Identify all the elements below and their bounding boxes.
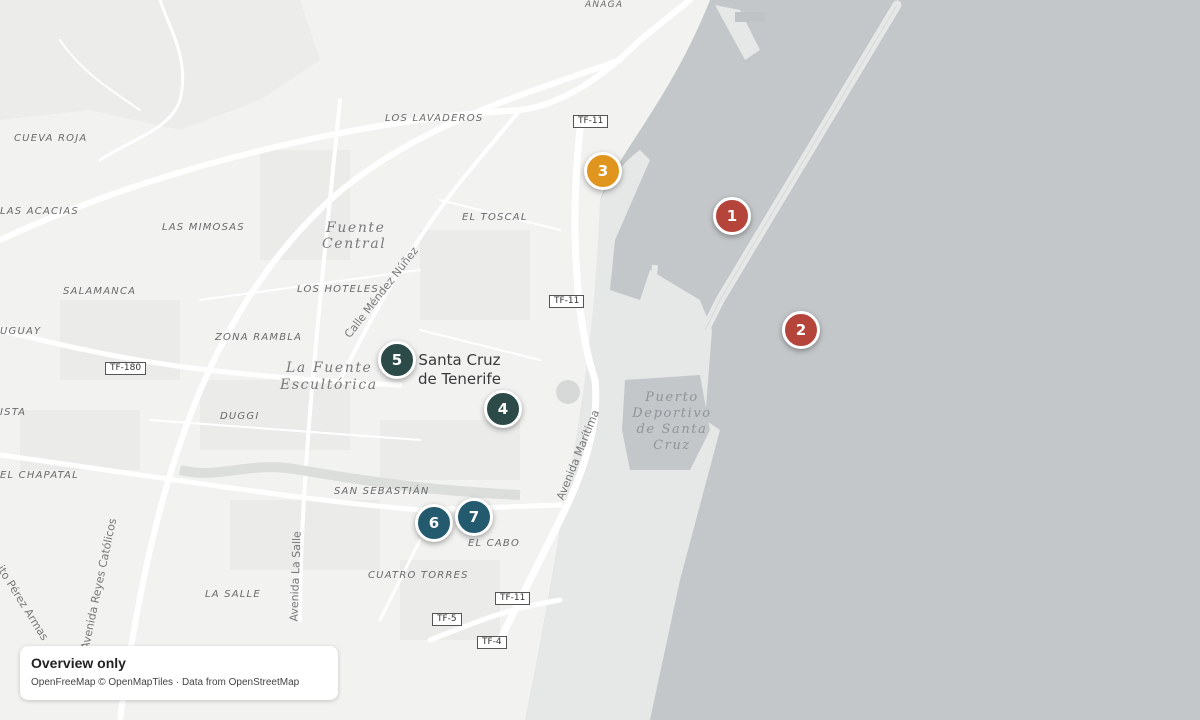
place-label: EL TOSCAL [462, 212, 528, 223]
place-label: LOS HOTELES [297, 284, 379, 295]
marker-label: 7 [468, 508, 480, 526]
place-label: ZONA RAMBLA [215, 332, 303, 343]
road-shield: TF-11 [573, 115, 609, 128]
place-label: SAN SEBASTIÁN [334, 486, 430, 497]
harbor-label-line: Deportivo [632, 406, 712, 421]
map-marker-5[interactable]: 5 [378, 341, 416, 379]
marker-label: 1 [726, 207, 738, 225]
place-label: EL CABO [468, 538, 521, 549]
fuente-central-line1: Fuente [326, 220, 386, 236]
city-label-line1: Santa Cruz [418, 351, 501, 369]
place-label: LAS MIMOSAS [162, 222, 245, 233]
map-canvas[interactable]: LOS LAVADEROS CUEVA ROJA LAS ACACIAS LAS… [0, 0, 1200, 720]
plaza-circle [556, 380, 580, 404]
place-label: CUATRO TORRES [368, 570, 469, 581]
road-shield: TF-4 [477, 636, 507, 649]
map-info-panel: Overview only OpenFreeMap © OpenMapTiles… [20, 646, 338, 700]
fuente-escultorica-line2: Escultórica [280, 377, 378, 393]
harbor-label-line: de Santa [636, 422, 708, 437]
panel-title: Overview only [31, 655, 126, 671]
fuente-escultorica-line1: La Fuente [286, 360, 373, 376]
map-attribution: OpenFreeMap © OpenMapTiles · Data from O… [31, 677, 300, 688]
road-shield: TF-11 [549, 295, 585, 308]
place-label: LOS LAVADEROS [385, 113, 484, 124]
harbor-label-line: Cruz [653, 438, 691, 453]
harbor-label: Puerto Deportivo de Santa Cruz [628, 390, 716, 454]
place-label: EL CHAPATAL [0, 470, 79, 481]
marker-label: 3 [597, 162, 609, 180]
place-label: ANAGA [585, 0, 624, 10]
place-label: CUEVA ROJA [14, 133, 88, 144]
place-label: SALAMANCA [63, 286, 137, 297]
marker-label: 5 [391, 351, 403, 369]
hill-terrain [0, 0, 320, 130]
map-marker-6[interactable]: 6 [415, 504, 453, 542]
place-label: UGUAY [0, 326, 42, 337]
map-marker-1[interactable]: 1 [713, 197, 751, 235]
place-label: ISTA [0, 407, 27, 418]
place-label: DUGGI [220, 411, 260, 422]
fuente-central-line2: Central [322, 236, 387, 252]
marker-label: 2 [795, 321, 807, 339]
marker-label: 6 [428, 514, 440, 532]
harbor-label-line: Puerto [645, 390, 699, 405]
map-marker-4[interactable]: 4 [484, 390, 522, 428]
marker-label: 4 [497, 400, 509, 418]
map-marker-3[interactable]: 3 [584, 152, 622, 190]
road-shield: TF-11 [495, 592, 531, 605]
map-base-layer [0, 0, 1200, 720]
place-label: LA SALLE [205, 589, 261, 600]
place-label: LAS ACACIAS [0, 206, 79, 217]
city-label-line2: de Tenerife [418, 370, 501, 388]
city-label: Santa Cruz de Tenerife [418, 351, 501, 389]
road-shield: TF-5 [432, 613, 462, 626]
map-marker-2[interactable]: 2 [782, 311, 820, 349]
map-marker-7[interactable]: 7 [455, 498, 493, 536]
road-shield: TF-180 [105, 362, 147, 375]
